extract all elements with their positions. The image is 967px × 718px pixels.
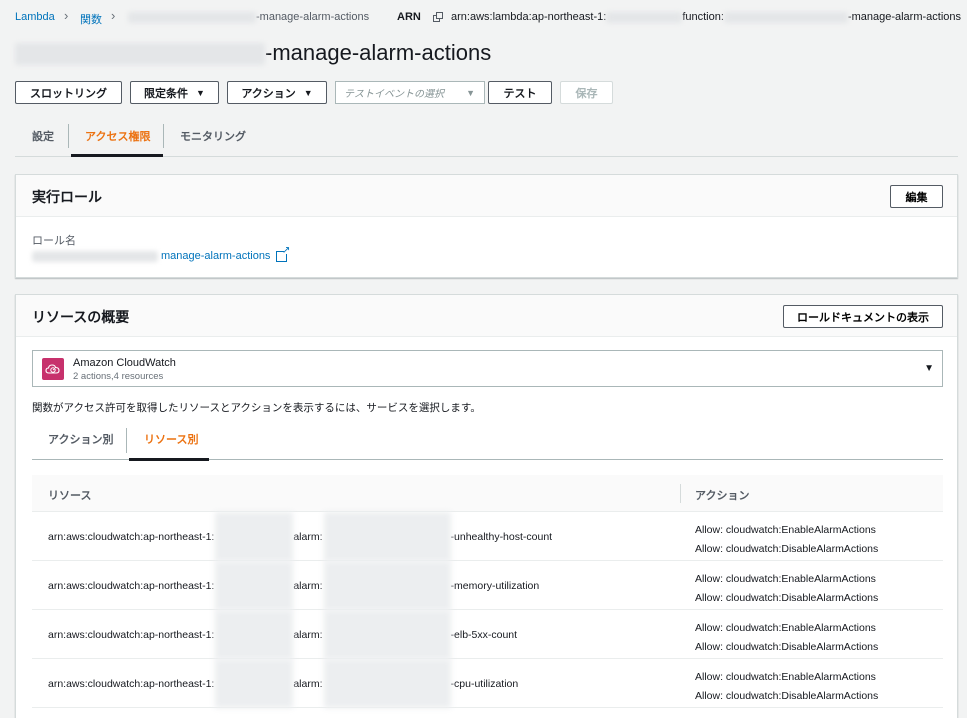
redacted-text xyxy=(15,43,265,66)
resource-arn: arn:aws:cloudwatch:ap-northeast-1: alarm:… xyxy=(48,512,552,561)
test-button[interactable]: テスト xyxy=(488,81,552,104)
redacted-text xyxy=(723,11,848,23)
redacted-text xyxy=(323,659,451,708)
caret-down-icon: ▼ xyxy=(924,363,934,374)
table-row: arn:aws:cloudwatch:ap-northeast-1: alarm:… xyxy=(32,512,943,561)
edit-button[interactable]: 編集 xyxy=(890,185,943,208)
caret-down-icon: ▼ xyxy=(303,87,313,98)
redacted-text xyxy=(215,512,294,561)
caret-down-icon: ▼ xyxy=(196,87,205,98)
redacted-text xyxy=(323,512,451,561)
resource-table: リソース アクション arn:aws:cloudwatch:ap-northea… xyxy=(32,475,943,708)
resource-summary-panel: リソースの概要 ロールドキュメントの表示 Amazon CloudWatch 2… xyxy=(15,294,958,718)
save-button[interactable]: 保存 xyxy=(560,81,613,104)
caret-down-icon: ▼ xyxy=(466,87,475,98)
panel-title: 実行ロール xyxy=(32,189,102,205)
cloudwatch-icon xyxy=(42,358,64,380)
tab-monitoring[interactable]: モニタリング xyxy=(180,128,246,144)
chevron-right-icon: › xyxy=(111,8,116,23)
throttle-button[interactable]: スロットリング xyxy=(15,81,122,104)
resource-arn: arn:aws:cloudwatch:ap-northeast-1: alarm:… xyxy=(48,610,517,659)
table-row: arn:aws:cloudwatch:ap-northeast-1: alarm:… xyxy=(32,610,943,659)
view-role-document-button[interactable]: ロールドキュメントの表示 xyxy=(783,305,943,328)
table-header: リソース アクション xyxy=(32,475,943,512)
resource-actions: Allow: cloudwatch:EnableAlarmActions Allo… xyxy=(695,671,879,702)
resource-subtabs: アクション別 リソース別 xyxy=(32,421,943,461)
panel-header: 実行ロール 編集 xyxy=(16,175,957,217)
resource-arn: arn:aws:cloudwatch:ap-northeast-1: alarm:… xyxy=(48,659,518,708)
column-header-resource: リソース xyxy=(48,490,92,502)
breadcrumb: Lambda › 関数 › -manage-alarm-actions ARN … xyxy=(0,0,967,34)
panel-title: リソースの概要 xyxy=(32,309,130,325)
tab-by-action[interactable]: アクション別 xyxy=(48,431,113,447)
arn-value: arn:aws:lambda:ap-northeast-1: function: -… xyxy=(451,11,962,23)
qualifiers-dropdown[interactable]: 限定条件 ▼ xyxy=(130,81,219,104)
redacted-text xyxy=(215,561,294,610)
arn-label: ARN xyxy=(397,11,421,23)
resource-actions: Allow: cloudwatch:EnableAlarmActions Allo… xyxy=(695,573,879,604)
resource-arn: arn:aws:cloudwatch:ap-northeast-1: alarm:… xyxy=(48,561,539,610)
copy-icon[interactable] xyxy=(433,12,443,22)
active-tab-indicator xyxy=(71,154,163,157)
role-name-label: ロール名 xyxy=(32,235,76,247)
tab-settings[interactable]: 設定 xyxy=(32,128,54,144)
service-description: 関数がアクセス許可を取得したリソースとアクションを表示するには、サービスを選択し… xyxy=(32,402,481,414)
tab-divider xyxy=(68,124,69,148)
redacted-text xyxy=(606,11,683,23)
resource-actions: Allow: cloudwatch:EnableAlarmActions Allo… xyxy=(695,622,879,653)
tab-by-resource[interactable]: リソース別 xyxy=(144,431,198,447)
actions-dropdown[interactable]: アクション ▼ xyxy=(227,81,327,104)
redacted-text xyxy=(128,11,256,23)
tab-permissions[interactable]: アクセス権限 xyxy=(85,128,150,144)
service-summary: 2 actions,4 resources xyxy=(73,371,164,382)
redacted-text xyxy=(215,659,294,708)
redacted-text xyxy=(32,250,158,262)
tab-divider xyxy=(126,428,127,453)
panel-header: リソースの概要 ロールドキュメントの表示 xyxy=(16,295,957,337)
service-select[interactable]: Amazon CloudWatch 2 actions,4 resources … xyxy=(32,350,943,387)
chevron-right-icon: › xyxy=(64,8,69,23)
redacted-text xyxy=(323,610,451,659)
resource-actions: Allow: cloudwatch:EnableAlarmActions Allo… xyxy=(695,524,879,555)
test-event-select[interactable]: テストイベントの選択 ▼ xyxy=(335,81,485,104)
role-name-link[interactable]: manage-alarm-actions xyxy=(32,245,290,262)
breadcrumb-lambda-link[interactable]: Lambda xyxy=(15,11,55,23)
table-row: arn:aws:cloudwatch:ap-northeast-1: alarm:… xyxy=(32,561,943,610)
table-row: arn:aws:cloudwatch:ap-northeast-1: alarm:… xyxy=(32,659,943,708)
execution-role-panel: 実行ロール 編集 ロール名 manage-alarm-actions xyxy=(15,174,958,278)
breadcrumb-functions-link[interactable]: 関数 xyxy=(80,11,102,27)
main-tabs: 設定 アクセス権限 モニタリング xyxy=(15,116,958,157)
service-name: Amazon CloudWatch xyxy=(73,357,176,369)
breadcrumb-current: -manage-alarm-actions xyxy=(128,11,369,23)
tab-divider xyxy=(163,124,164,148)
column-header-action: アクション xyxy=(695,490,750,502)
page-title: -manage-alarm-actions xyxy=(15,40,491,70)
external-link-icon xyxy=(276,245,290,262)
redacted-text xyxy=(323,561,451,610)
active-tab-indicator xyxy=(129,458,209,461)
redacted-text xyxy=(215,610,294,659)
column-divider xyxy=(680,484,681,503)
